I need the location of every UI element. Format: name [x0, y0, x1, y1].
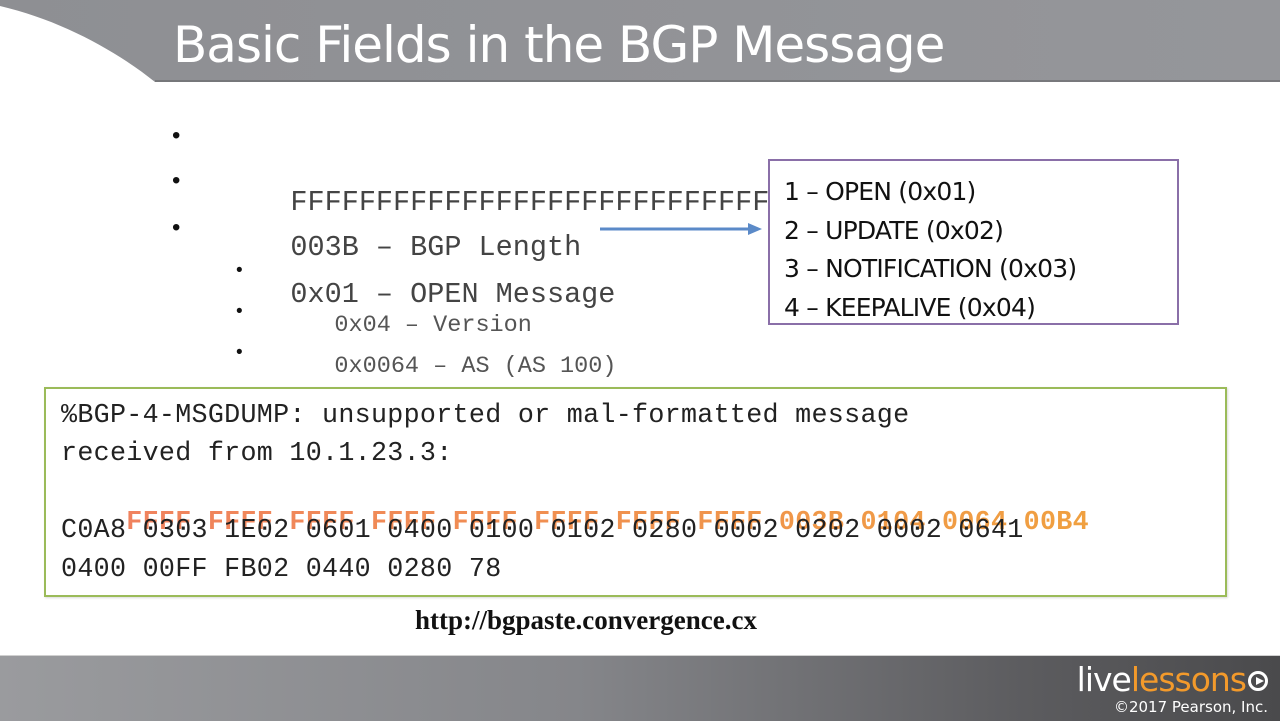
bullet-dot: • — [236, 260, 243, 281]
log-line-hex-2: C0A8 0303 1E02 0601 0400 0100 0102 0280 … — [61, 516, 1024, 546]
logo-lessons-text: lessons — [1130, 660, 1247, 699]
bullet-dot: • — [172, 214, 181, 241]
bullet-dot: • — [172, 167, 181, 194]
log-line-header: %BGP-4-MSGDUMP: unsupported or mal-forma… — [61, 401, 910, 431]
log-line-hex-3: 0400 00FF FB02 0440 0280 78 — [61, 555, 502, 585]
play-icon — [1248, 671, 1268, 691]
title-bar: Basic Fields in the BGP Message — [0, 0, 1280, 82]
message-type-notification: 3 – NOTIFICATION (0x03) — [784, 254, 1077, 283]
bullet-dot: • — [172, 122, 181, 149]
footer-bar: livelessons ©2017 Pearson, Inc. — [0, 655, 1280, 721]
livelessons-logo: livelessons ©2017 Pearson, Inc. — [1077, 662, 1268, 716]
copyright-text: ©2017 Pearson, Inc. — [1113, 698, 1268, 716]
message-type-keepalive: 4 – KEEPALIVE (0x04) — [784, 292, 1036, 322]
arrow-icon — [600, 223, 762, 235]
log-line-source: received from 10.1.23.3: — [61, 439, 453, 469]
message-type-update: 2 – UPDATE (0x02) — [784, 215, 1004, 245]
message-types-box: 1 – OPEN (0x01) 2 – UPDATE (0x02) 3 – NO… — [768, 159, 1179, 325]
bullet-dot: • — [236, 342, 243, 363]
reference-url[interactable]: http://bgpaste.convergence.cx — [0, 605, 1172, 636]
logo-live-text: live — [1076, 660, 1132, 699]
bullet-dot: • — [236, 301, 243, 322]
log-output-box: %BGP-4-MSGDUMP: unsupported or mal-forma… — [44, 387, 1227, 597]
message-type-open: 1 – OPEN (0x01) — [784, 177, 976, 206]
slide-title: Basic Fields in the BGP Message — [173, 16, 945, 74]
